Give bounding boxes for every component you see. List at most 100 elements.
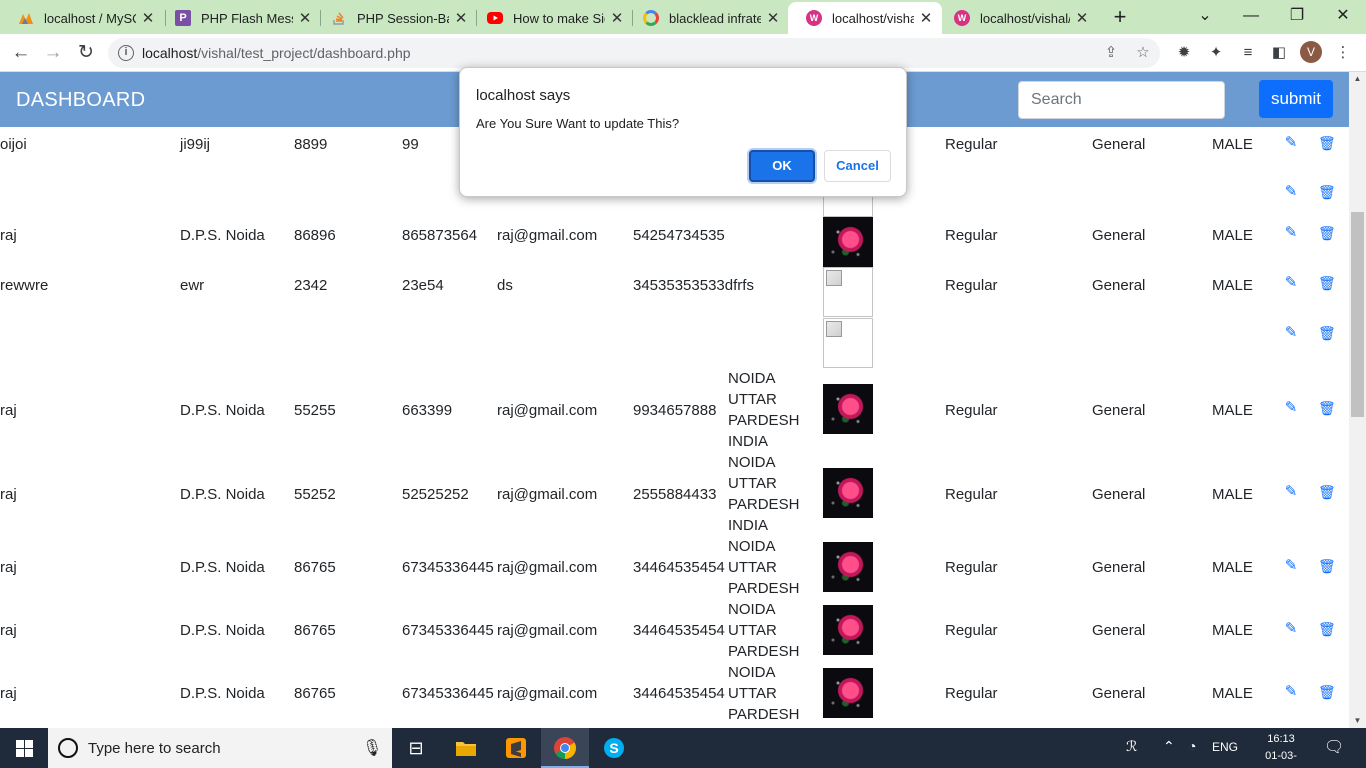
chevron-up-icon[interactable]: ⌃: [1163, 738, 1175, 755]
gender-cell: MALE: [1212, 402, 1253, 419]
phone-cell: 34464535454: [633, 622, 725, 639]
scroll-down-arrow-icon[interactable]: ▼: [1349, 714, 1366, 728]
gender-cell: MALE: [1212, 622, 1253, 639]
close-icon[interactable]: ✕: [453, 9, 469, 27]
windows-start-icon[interactable]: [0, 728, 48, 768]
edit-icon[interactable]: ✎: [1282, 183, 1300, 201]
submit-button[interactable]: submit: [1259, 80, 1333, 118]
search-input[interactable]: [1018, 81, 1225, 119]
type-cell: Regular: [945, 227, 998, 244]
edit-icon[interactable]: ✎: [1282, 557, 1300, 575]
trash-icon[interactable]: 🗑: [1318, 324, 1336, 342]
table-row: raj D.P.S. Noida 86765 67345336445 raj@g…: [0, 598, 1349, 661]
ok-button[interactable]: OK: [749, 150, 815, 182]
browser-tab[interactable]: How to make Sign ✕: [469, 4, 633, 32]
browser-tab[interactable]: localhost / MySQL ✕: [0, 4, 164, 32]
info-icon[interactable]: i: [118, 45, 134, 61]
number-cell: 55255: [294, 402, 336, 419]
new-tab-icon[interactable]: +: [1110, 5, 1130, 29]
task-view-icon[interactable]: ⊟: [392, 728, 440, 768]
page-title[interactable]: DASHBOARD: [16, 89, 145, 112]
people-icon[interactable]: ℛ: [1126, 738, 1137, 755]
wifi-icon[interactable]: ◔: [1188, 738, 1196, 754]
edit-icon[interactable]: ✎: [1282, 324, 1300, 342]
browser-tab[interactable]: PHP Session-Based ✕: [313, 4, 477, 32]
number-cell: 2342: [294, 277, 328, 294]
menu-kebab-icon[interactable]: ⋮: [1332, 42, 1354, 64]
school-cell: D.P.S. Noida: [180, 559, 265, 576]
browser-tab[interactable]: blacklead infratech ✕: [625, 4, 789, 32]
media-queue-icon[interactable]: ≡: [1237, 42, 1259, 64]
notification-icon[interactable]: 🗨: [1324, 737, 1344, 757]
edit-icon[interactable]: ✎: [1282, 620, 1300, 638]
back-arrow-icon[interactable]: ←: [8, 40, 34, 66]
tab-title: How to make Sign: [513, 10, 605, 26]
school-cell: D.P.S. Noida: [180, 227, 265, 244]
edit-icon[interactable]: ✎: [1282, 399, 1300, 417]
browser-tab[interactable]: W localhost/vishal/test ✕: [936, 4, 1098, 32]
tab-title: localhost/vishal/test: [980, 10, 1070, 26]
type-cell: Regular: [945, 136, 998, 153]
browser-tab-active[interactable]: W localhost/vishal/test ✕: [788, 2, 942, 34]
taskbar-search-placeholder: Type here to search: [88, 740, 221, 757]
type-cell: Regular: [945, 685, 998, 702]
skype-icon[interactable]: S: [590, 728, 638, 768]
clock-time: 16:13: [1267, 733, 1295, 745]
forward-arrow-icon[interactable]: →: [40, 40, 66, 66]
close-icon[interactable]: ✕: [765, 9, 781, 27]
file-explorer-icon[interactable]: [442, 728, 490, 768]
tab-search-chevron-icon[interactable]: ⌄: [1182, 4, 1228, 28]
record-image: [823, 668, 873, 718]
number-cell: 52525252: [402, 486, 469, 503]
bookmark-star-icon[interactable]: ☆: [1134, 44, 1152, 62]
edit-icon[interactable]: ✎: [1282, 483, 1300, 501]
trash-icon[interactable]: 🗑: [1318, 557, 1336, 575]
scroll-up-arrow-icon[interactable]: ▲: [1349, 72, 1366, 86]
edit-icon[interactable]: ✎: [1282, 224, 1300, 242]
reload-icon[interactable]: ↻: [73, 40, 99, 66]
trash-icon[interactable]: 🗑: [1318, 183, 1336, 201]
taskbar-search-box[interactable]: Type here to search 🎙: [48, 728, 392, 768]
number-cell: 99: [402, 136, 419, 153]
trash-icon[interactable]: 🗑: [1318, 399, 1336, 417]
number-cell: 8899: [294, 136, 328, 153]
category-cell: General: [1092, 685, 1146, 702]
close-icon[interactable]: ✕: [918, 9, 934, 27]
vertical-scrollbar[interactable]: ▲ ▼: [1349, 72, 1366, 728]
close-icon[interactable]: ✕: [609, 9, 625, 27]
url-path: /vishal/test_project/dashboard.php: [197, 45, 411, 61]
language-indicator[interactable]: ENG: [1212, 740, 1238, 754]
trash-icon[interactable]: 🗑: [1318, 683, 1336, 701]
profile-avatar[interactable]: V: [1300, 41, 1322, 63]
chrome-icon[interactable]: [541, 728, 589, 768]
email-cell: raj@gmail.com: [497, 402, 598, 419]
email-cell: raj@gmail.com: [497, 559, 598, 576]
close-icon[interactable]: ✕: [1074, 9, 1090, 27]
trash-icon[interactable]: 🗑: [1318, 134, 1336, 152]
close-icon[interactable]: ✕: [297, 9, 313, 27]
record-image: [823, 318, 873, 368]
minimize-icon[interactable]: —: [1228, 4, 1274, 28]
side-panel-icon[interactable]: ◧: [1268, 42, 1290, 64]
edit-icon[interactable]: ✎: [1282, 683, 1300, 701]
trash-icon[interactable]: 🗑: [1318, 274, 1336, 292]
trash-icon[interactable]: 🗑: [1318, 224, 1336, 242]
trash-icon[interactable]: 🗑: [1318, 483, 1336, 501]
sublime-text-icon[interactable]: [492, 728, 540, 768]
window-close-icon[interactable]: ✕: [1320, 4, 1366, 28]
address-bar[interactable]: i localhost/vishal/test_project/dashboar…: [108, 38, 1160, 68]
extensions-puzzle-icon[interactable]: ✦: [1205, 42, 1227, 64]
url-text: localhost/vishal/test_project/dashboard.…: [142, 45, 411, 61]
scrollbar-thumb[interactable]: [1351, 212, 1364, 417]
restore-icon[interactable]: ❐: [1274, 4, 1320, 28]
browser-tab[interactable]: P PHP Flash Messages ✕: [157, 4, 321, 32]
extension-bug-icon[interactable]: ✹: [1173, 42, 1195, 64]
trash-icon[interactable]: 🗑: [1318, 620, 1336, 638]
microphone-icon[interactable]: 🎙: [362, 738, 382, 758]
taskbar-clock[interactable]: 16:13 01-03-2023: [1256, 731, 1306, 768]
edit-icon[interactable]: ✎: [1282, 274, 1300, 292]
share-icon[interactable]: ⇪: [1102, 44, 1120, 62]
edit-icon[interactable]: ✎: [1282, 134, 1300, 152]
close-icon[interactable]: ✕: [140, 9, 156, 27]
cancel-button[interactable]: Cancel: [824, 150, 891, 182]
